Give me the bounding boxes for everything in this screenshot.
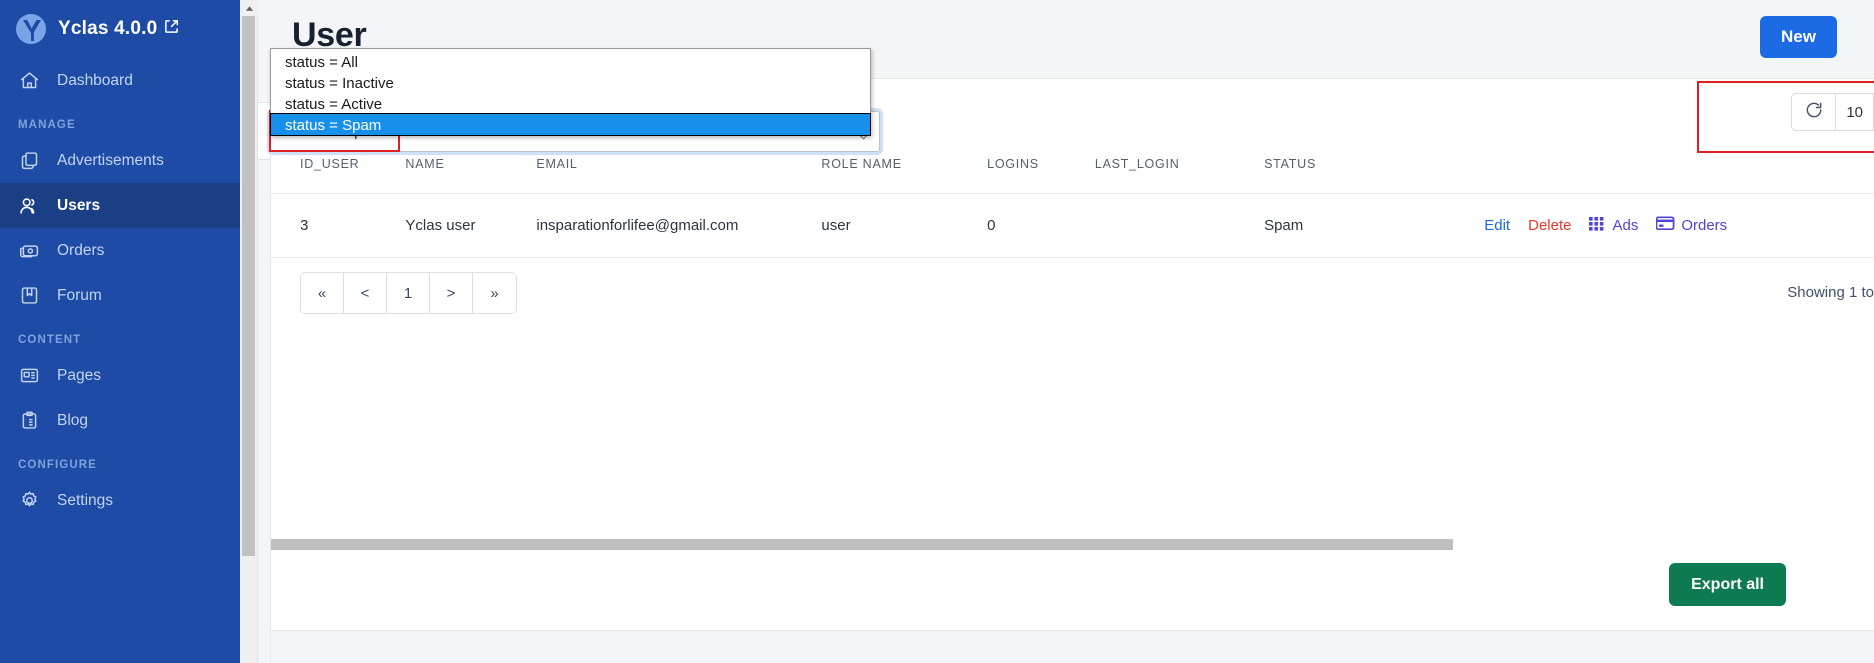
sidebar-item-label: Pages	[57, 366, 101, 384]
table-head: ID_USER NAME EMAIL ROLE NAME LOGINS LAST…	[271, 147, 1874, 194]
users-table: ID_USER NAME EMAIL ROLE NAME LOGINS LAST…	[271, 147, 1874, 258]
dropdown-option-active[interactable]: status = Active	[271, 93, 870, 114]
gear-icon	[18, 490, 40, 512]
showing-text: Showing 1 to	[1787, 284, 1874, 301]
pagination: « < 1 > »	[300, 272, 517, 314]
export-all-button[interactable]: Export all	[1669, 563, 1786, 606]
brand-name: Yclas 4.0.0	[58, 18, 179, 40]
sidebar-item-orders[interactable]: Orders	[0, 228, 240, 273]
sidebar-item-label: Orders	[57, 241, 105, 259]
col-role-name: ROLE NAME	[821, 147, 988, 194]
sidebar-section-content: CONTENT	[18, 334, 82, 346]
status-filter-dropdown[interactable]: status = All status = Inactive status = …	[270, 48, 871, 136]
sidebar-section-manage: MANAGE	[18, 119, 76, 131]
sidebar-item-dashboard[interactable]: Dashboard	[0, 58, 240, 103]
grid-icon	[1589, 216, 1606, 235]
horizontal-scrollbar-thumb[interactable]	[271, 539, 1453, 550]
sidebar-item-label: Advertisements	[57, 151, 164, 169]
main-content: User ? New status = Spam id_role = All	[258, 0, 1874, 663]
page-number-1[interactable]: 1	[387, 273, 430, 313]
edit-link[interactable]: Edit	[1484, 217, 1510, 234]
cell-email: insparationforlifee@gmail.com	[536, 193, 822, 258]
col-name: NAME	[405, 147, 537, 194]
page-first-button[interactable]: «	[301, 273, 344, 313]
table-horizontal-scrollbar[interactable]	[271, 539, 1874, 550]
users-card: 10 ID_USER NAME EMAIL ROLE NAME LOGINS L…	[270, 78, 1874, 663]
sidebar-item-blog[interactable]: Blog	[0, 398, 240, 443]
col-id-user: ID_USER	[271, 147, 406, 194]
sidebar-item-label: Forum	[57, 286, 102, 304]
delete-link[interactable]: Delete	[1528, 217, 1571, 234]
cell-actions: Edit Delete Ads Orders	[1484, 193, 1874, 258]
card-icon	[1655, 216, 1675, 235]
yclas-logo-icon	[14, 12, 48, 46]
cell-role-name: user	[821, 193, 988, 258]
cell-id-user: 3	[271, 193, 406, 258]
col-logins: LOGINS	[987, 147, 1095, 194]
scrollbar-thumb[interactable]	[242, 16, 255, 556]
pagination-row: « < 1 > » Showing 1 to	[271, 258, 1874, 330]
refresh-icon	[1804, 100, 1824, 125]
card-footer: Export all	[271, 550, 1874, 630]
sidebar-item-forum[interactable]: Forum	[0, 273, 240, 318]
col-actions	[1484, 147, 1874, 194]
sidebar-item-pages[interactable]: Pages	[0, 353, 240, 398]
row-actions: Edit Delete Ads Orders	[1484, 216, 1874, 235]
sidebar: Yclas 4.0.0 Dashboard MANAGE Advertiseme…	[0, 0, 240, 663]
page-last-button[interactable]: »	[473, 273, 516, 313]
sidebar-item-users[interactable]: Users	[0, 183, 240, 228]
ads-link[interactable]: Ads	[1589, 216, 1638, 235]
brand-name-text: Yclas 4.0.0	[58, 18, 158, 39]
card-bottom-edge	[271, 630, 1874, 663]
bookmark-book-icon	[18, 285, 40, 307]
brand[interactable]: Yclas 4.0.0	[0, 0, 240, 58]
dropdown-option-spam[interactable]: status = Spam	[270, 113, 871, 136]
page-prev-button[interactable]: <	[344, 273, 387, 313]
col-last-login: LAST_LOGIN	[1094, 147, 1265, 194]
clipboard-icon	[18, 410, 40, 432]
sidebar-item-advertisements[interactable]: Advertisements	[0, 138, 240, 183]
money-icon	[18, 240, 40, 262]
table-row[interactable]: 3 Yclas user insparationforlifee@gmail.c…	[271, 193, 1874, 258]
cell-name: Yclas user	[405, 193, 537, 258]
table-header-row: ID_USER NAME EMAIL ROLE NAME LOGINS LAST…	[271, 147, 1874, 194]
cell-last-login	[1094, 193, 1265, 258]
refresh-button[interactable]	[1791, 93, 1836, 131]
page-scrollbar[interactable]	[240, 0, 258, 663]
sidebar-item-label: Blog	[57, 411, 89, 429]
ads-link-label: Ads	[1612, 217, 1639, 234]
scroll-up-arrow-icon[interactable]	[240, 0, 258, 16]
page-next-button[interactable]: >	[430, 273, 473, 313]
orders-link-label: Orders	[1681, 217, 1728, 234]
external-link-icon	[164, 18, 179, 40]
home-icon	[18, 70, 40, 92]
newspaper-icon	[18, 365, 40, 387]
admin-app: Yclas 4.0.0 Dashboard MANAGE Advertiseme…	[0, 0, 1874, 663]
page-size-value[interactable]: 10	[1835, 93, 1874, 131]
sidebar-item-label: Users	[57, 196, 101, 214]
copy-icon	[18, 150, 40, 172]
users-icon	[18, 195, 40, 217]
sidebar-section-configure: CONFIGURE	[18, 459, 97, 471]
new-button[interactable]: New	[1760, 16, 1837, 58]
cell-logins: 0	[987, 193, 1095, 258]
dropdown-option-inactive[interactable]: status = Inactive	[271, 72, 870, 93]
table-body: 3 Yclas user insparationforlifee@gmail.c…	[271, 193, 1874, 258]
table-toolbar-right: 10	[1791, 93, 1874, 131]
col-email: EMAIL	[536, 147, 822, 194]
sidebar-item-label: Settings	[57, 491, 114, 509]
sidebar-item-settings[interactable]: Settings	[0, 478, 240, 523]
cell-status: Spam	[1264, 193, 1485, 258]
orders-link[interactable]: Orders	[1655, 216, 1728, 235]
dropdown-option-all[interactable]: status = All	[271, 51, 870, 72]
sidebar-item-label: Dashboard	[57, 71, 133, 89]
col-status: STATUS	[1264, 147, 1485, 194]
